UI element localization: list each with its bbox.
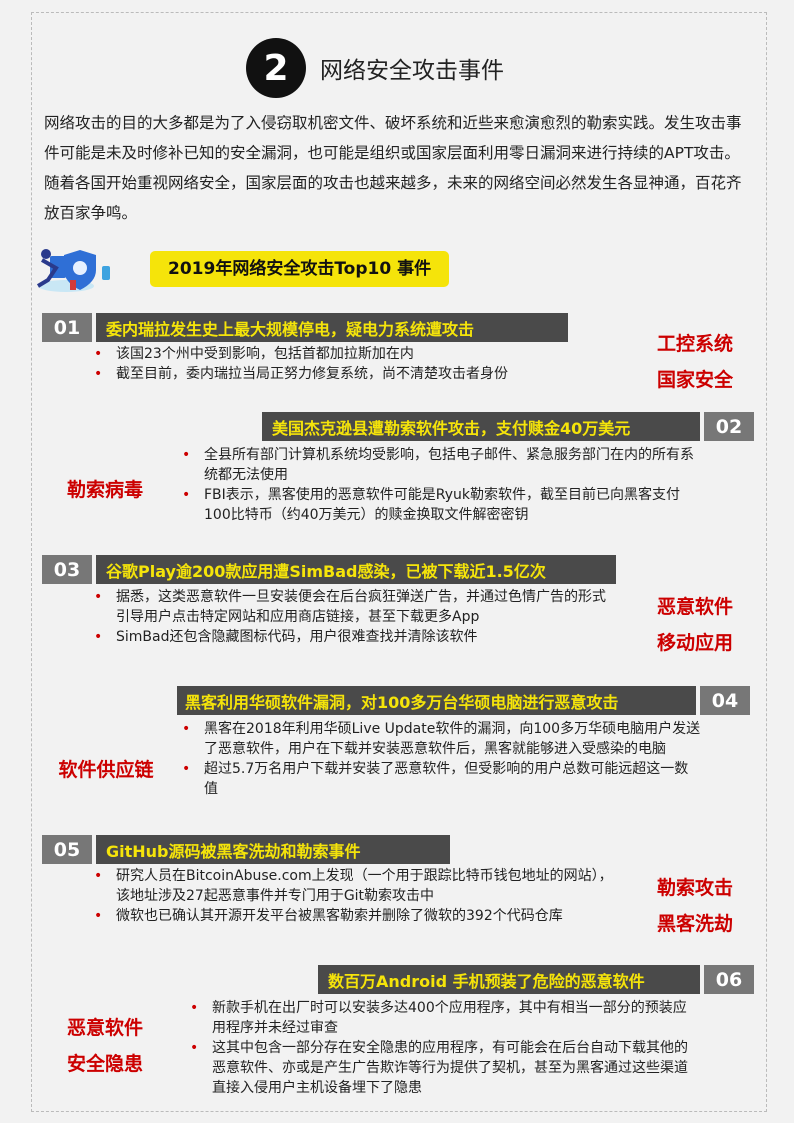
list-item: 这其中包含一部分存在安全隐患的应用程序，有可能会在后台自动下载其他的恶意软件、亦…	[190, 1038, 700, 1098]
list-item: 全县所有部门计算机系统均受影响，包括电子邮件、紧急服务部门在内的所有系统都无法使…	[182, 445, 702, 485]
event-02-bar: 美国杰克逊县遭勒索软件攻击，支付赎金40万美元 02	[262, 412, 754, 441]
event-number: 03	[42, 555, 92, 584]
tag-label: 黑客洗劫	[656, 913, 733, 935]
event-number: 01	[42, 313, 92, 342]
event-number: 04	[700, 686, 750, 715]
section-number-badge: 2	[246, 38, 306, 98]
section-title: 网络安全攻击事件	[320, 58, 504, 84]
tag-label: 勒索攻击	[656, 877, 733, 899]
list-item: 该国23个州中受到影响，包括首都加拉斯加在内	[94, 344, 594, 364]
event-04-tags: 软件供应链	[44, 752, 168, 788]
list-item: 研究人员在BitcoinAbuse.com上发现（一个用于跟踪比特币钱包地址的网…	[94, 866, 614, 906]
tag-label: 恶意软件	[66, 1017, 143, 1039]
tag-label: 勒索病毒	[66, 479, 143, 501]
event-02-tags: 勒索病毒	[50, 472, 160, 508]
list-item: 据悉，这类恶意软件一旦安装便会在后台疯狂弹送广告，并通过色情广告的形式引导用户点…	[94, 587, 614, 627]
list-item: 截至目前，委内瑞拉当局正努力修复系统，尚不清楚攻击者身份	[94, 364, 594, 384]
list-item: 微软也已确认其开源开发平台被黑客勒索并删除了微软的392个代码仓库	[94, 906, 614, 926]
list-item: SimBad还包含隐藏图标代码，用户很难查找并清除该软件	[94, 627, 614, 647]
event-title: 黑客利用华硕软件漏洞，对100多万台华硕电脑进行恶意攻击	[177, 686, 696, 715]
top10-title-badge: 2019年网络安全攻击Top10 事件	[150, 251, 450, 287]
event-title: 谷歌Play逾200款应用遭SimBad感染，已被下载近1.5亿次	[96, 555, 616, 584]
event-01-tags: 工控系统 国家安全	[640, 326, 750, 398]
event-number: 06	[704, 965, 754, 994]
event-title: 委内瑞拉发生史上最大规模停电，疑电力系统遭攻击	[96, 313, 568, 342]
event-05-tags: 勒索攻击 黑客洗劫	[640, 870, 750, 942]
list-item: FBI表示，黑客使用的恶意软件可能是Ryuk勒索软件，截至目前已向黑客支付100…	[182, 485, 702, 525]
event-06-bar: 数百万Android 手机预装了危险的恶意软件 06	[318, 965, 754, 994]
event-04-bar: 黑客利用华硕软件漏洞，对100多万台华硕电脑进行恶意攻击 04	[177, 686, 750, 715]
event-title: 美国杰克逊县遭勒索软件攻击，支付赎金40万美元	[262, 412, 700, 441]
event-title: 数百万Android 手机预装了危险的恶意软件	[318, 965, 700, 994]
event-03-bullets: 据悉，这类恶意软件一旦安装便会在后台疯狂弹送广告，并通过色情广告的形式引导用户点…	[94, 587, 614, 647]
event-03-tags: 恶意软件 移动应用	[640, 589, 750, 661]
tag-label: 移动应用	[656, 632, 733, 654]
event-02-bullets: 全县所有部门计算机系统均受影响，包括电子邮件、紧急服务部门在内的所有系统都无法使…	[182, 445, 702, 525]
event-number: 02	[704, 412, 754, 441]
event-05-bullets: 研究人员在BitcoinAbuse.com上发现（一个用于跟踪比特币钱包地址的网…	[94, 866, 614, 926]
event-06-tags: 恶意软件 安全隐患	[50, 1010, 160, 1082]
tag-label: 国家安全	[656, 369, 733, 391]
intro-paragraph: 网络攻击的目的大多都是为了入侵窃取机密文件、破坏系统和近些来愈演愈烈的勒索实践。…	[44, 114, 742, 222]
tag-label: 恶意软件	[656, 596, 733, 618]
list-item: 超过5.7万名用户下载并安装了恶意软件，但受影响的用户总数可能远超这一数值	[182, 759, 702, 799]
event-01-bullets: 该国23个州中受到影响，包括首都加拉斯加在内 截至目前，委内瑞拉当局正努力修复系…	[94, 344, 594, 384]
cyber-security-illustration-icon	[36, 249, 110, 292]
event-03-bar: 03 谷歌Play逾200款应用遭SimBad感染，已被下载近1.5亿次	[42, 555, 616, 584]
tag-label: 软件供应链	[58, 759, 154, 781]
event-06-bullets: 新款手机在出厂时可以安装多达400个应用程序，其中有相当一部分的预装应用程序并未…	[190, 998, 700, 1098]
event-05-bar: 05 GitHub源码被黑客洗劫和勒索事件	[42, 835, 450, 864]
event-04-bullets: 黑客在2018年利用华硕Live Update软件的漏洞，向100多万华硕电脑用…	[182, 719, 702, 799]
top10-header: 2019年网络安全攻击Top10 事件	[32, 246, 472, 296]
section-header: 2 网络安全攻击事件	[246, 38, 504, 98]
event-title: GitHub源码被黑客洗劫和勒索事件	[96, 835, 450, 864]
list-item: 黑客在2018年利用华硕Live Update软件的漏洞，向100多万华硕电脑用…	[182, 719, 702, 759]
tag-label: 安全隐患	[66, 1053, 143, 1075]
event-number: 05	[42, 835, 92, 864]
tag-label: 工控系统	[656, 333, 733, 355]
list-item: 新款手机在出厂时可以安装多达400个应用程序，其中有相当一部分的预装应用程序并未…	[190, 998, 700, 1038]
event-01-bar: 01 委内瑞拉发生史上最大规模停电，疑电力系统遭攻击	[42, 313, 568, 342]
